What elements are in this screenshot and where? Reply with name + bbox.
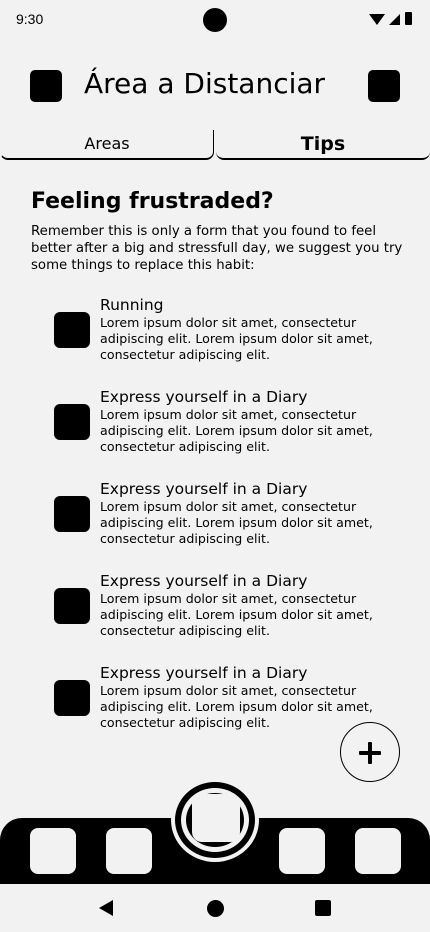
nav-tile-2[interactable] [106, 828, 152, 874]
nav-tile-4[interactable] [355, 828, 401, 874]
section-title: Feeling frustraded? [31, 189, 274, 214]
tip-description: Lorem ipsum dolor sit amet, consectetur … [100, 407, 373, 454]
tip-icon [54, 312, 90, 348]
tab-tips[interactable]: Tips [216, 130, 430, 160]
home-icon[interactable] [207, 900, 224, 917]
list-item[interactable]: Express yourself in a Diary Lorem ipsum … [54, 388, 394, 468]
signal-icon [389, 14, 400, 25]
nav-tile-3[interactable] [279, 828, 325, 874]
tip-icon [54, 680, 90, 716]
page-title: Área a Distanciar [84, 67, 326, 100]
tip-icon [54, 496, 90, 532]
status-icons [369, 12, 412, 25]
status-time: 9:30 [16, 11, 44, 27]
tip-title: Running [100, 296, 164, 314]
tab-areas-label: Areas [84, 134, 130, 153]
tip-icon [54, 404, 90, 440]
menu-icon[interactable] [30, 70, 62, 102]
nav-tile-1[interactable] [30, 828, 76, 874]
tip-title: Express yourself in a Diary [100, 572, 308, 590]
tab-tips-label: Tips [300, 133, 346, 155]
tip-icon [54, 588, 90, 624]
list-item[interactable]: Express yourself in a Diary Lorem ipsum … [54, 480, 394, 560]
center-action-icon [192, 794, 240, 842]
tip-description: Lorem ipsum dolor sit amet, consectetur … [100, 591, 373, 638]
list-item[interactable]: Express yourself in a Diary Lorem ipsum … [54, 572, 394, 652]
battery-icon [405, 12, 412, 25]
wifi-icon [369, 14, 385, 25]
tip-description: Lorem ipsum dolor sit amet, consectetur … [100, 499, 373, 546]
add-tip-button[interactable] [340, 722, 400, 782]
profile-icon[interactable] [368, 70, 400, 102]
camera-cutout [203, 8, 227, 32]
tips-content: Feeling frustraded? Remember this is onl… [31, 186, 411, 274]
tab-bar: Areas Tips [0, 130, 430, 160]
status-bar: 9:30 [0, 0, 430, 40]
tip-title: Express yourself in a Diary [100, 664, 308, 682]
tab-areas[interactable]: Areas [0, 130, 214, 160]
list-item[interactable]: Running Lorem ipsum dolor sit amet, cons… [54, 296, 394, 376]
tip-title: Express yourself in a Diary [100, 388, 308, 406]
tip-description: Lorem ipsum dolor sit amet, consectetur … [100, 683, 373, 730]
tip-description: Lorem ipsum dolor sit amet, consectetur … [100, 315, 373, 362]
tip-title: Express yourself in a Diary [100, 480, 308, 498]
system-nav [0, 884, 430, 932]
list-item[interactable]: Express yourself in a Diary Lorem ipsum … [54, 664, 394, 744]
app-header: Área a Distanciar [0, 60, 430, 116]
section-intro: Remember this is only a form that you fo… [31, 224, 403, 273]
recents-icon[interactable] [315, 900, 331, 916]
back-icon[interactable] [99, 900, 113, 916]
